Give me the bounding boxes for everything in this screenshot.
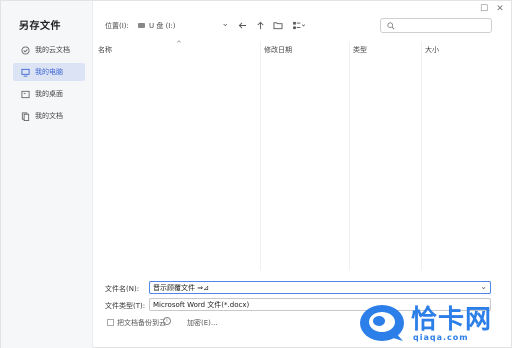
sidebar-item-cloud-docs[interactable]: 我的云文档 — [13, 41, 85, 59]
filetype-value: Microsoft Word 文件(*.docx) — [153, 300, 250, 309]
info-icon[interactable]: i — [163, 317, 171, 325]
search-input[interactable] — [380, 18, 492, 33]
dialog-title: 另存文件 — [19, 21, 61, 32]
column-header-name[interactable]: 名称 — [98, 45, 112, 55]
arrow-up-icon — [256, 21, 264, 29]
watermark-url: qiaqa.com — [413, 333, 469, 342]
desktop-icon — [21, 90, 30, 98]
new-folder-button[interactable] — [271, 18, 285, 32]
up-folder-button[interactable] — [253, 18, 267, 32]
column-divider — [349, 42, 350, 270]
usb-drive-icon — [138, 23, 145, 28]
location-label: 位置(I): — [105, 22, 129, 30]
column-divider — [421, 42, 422, 270]
sort-ascending-icon: ^ — [176, 40, 182, 48]
encrypt-button[interactable]: 加密(E)... — [187, 318, 218, 328]
monitor-icon — [21, 68, 30, 77]
sidebar-item-label: 我的桌面 — [35, 90, 63, 98]
backup-to-cloud-checkbox[interactable] — [107, 319, 114, 326]
save-file-dialog: 另存文件 我的云文档 我的电脑 我的桌面 我的文档 位置(I): U 盘 (I:… — [0, 0, 512, 348]
maximize-button[interactable]: ☐ — [479, 4, 489, 14]
sidebar-item-label: 我的电脑 — [35, 68, 63, 76]
watermark-text: 恰卡网 — [411, 305, 493, 335]
view-mode-icon — [293, 21, 306, 29]
new-folder-icon — [273, 21, 283, 29]
sidebar-item-label: 我的文档 — [35, 112, 63, 120]
close-button[interactable]: ✕ — [495, 4, 505, 14]
documents-icon — [21, 111, 30, 121]
sidebar-item-label: 我的云文档 — [35, 46, 70, 54]
watermark: 恰卡网 qiaqa.com — [353, 297, 512, 348]
sidebar-item-documents[interactable]: 我的文档 — [13, 107, 85, 125]
arrow-left-icon — [238, 21, 246, 29]
cloud-doc-icon — [21, 45, 30, 55]
chevron-down-icon: ⌄ — [221, 19, 229, 29]
sidebar: 另存文件 我的云文档 我的电脑 我的桌面 我的文档 — [1, 1, 93, 348]
filetype-label: 文件类型(T): — [105, 302, 146, 310]
location-dropdown[interactable]: U 盘 (I:) ⌄ — [135, 18, 231, 33]
filename-label: 文件名(N): — [105, 285, 140, 293]
file-list[interactable]: ^ 名称 修改日期 类型 大小 — [93, 39, 501, 270]
sidebar-item-my-computer[interactable]: 我的电脑 — [13, 63, 85, 81]
view-mode-button[interactable] — [290, 18, 308, 32]
column-header-type[interactable]: 类型 — [353, 45, 367, 55]
location-value: U 盘 (I:) — [149, 21, 176, 30]
column-divider — [260, 42, 261, 270]
filename-value: 晋示顾覆文件 ⇒⊿ — [153, 283, 209, 292]
chevron-down-icon: ⌄ — [480, 282, 487, 291]
back-button[interactable] — [235, 18, 249, 32]
column-header-modified[interactable]: 修改日期 — [264, 45, 292, 55]
filename-input[interactable]: 晋示顾覆文件 ⇒⊿ ⌄ — [149, 281, 491, 294]
search-icon — [387, 22, 395, 30]
watermark-logo-icon — [360, 305, 404, 341]
backup-to-cloud-label[interactable]: 把文档备份到云 — [117, 318, 166, 328]
column-header-size[interactable]: 大小 — [425, 45, 439, 55]
sidebar-item-desktop[interactable]: 我的桌面 — [13, 85, 85, 103]
